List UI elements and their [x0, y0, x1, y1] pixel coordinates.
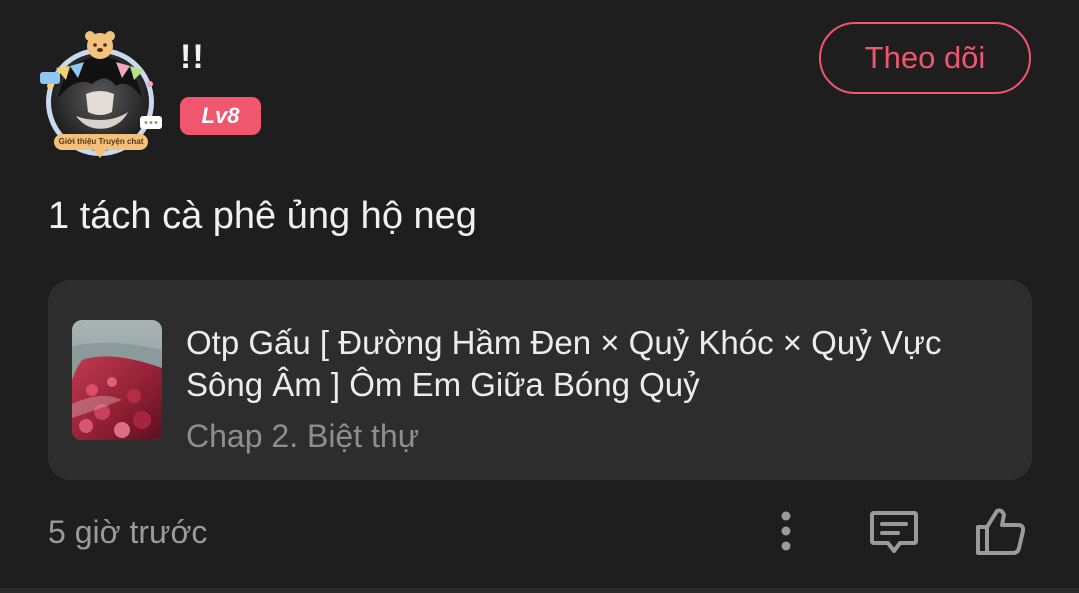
story-chapter: Chap 2. Biệt thự [186, 418, 420, 454]
timestamp: 5 giờ trước [48, 514, 208, 550]
divider [0, 588, 1079, 593]
story-title: Otp Gấu [ Đường Hầm Đen × Quỷ Khóc × Quỷ… [186, 324, 942, 403]
story-card[interactable]: Otp Gấu [ Đường Hầm Đen × Quỷ Khóc × Quỷ… [48, 280, 1032, 480]
reply-button[interactable] [866, 503, 922, 559]
comment-item: Giới thiệu Truyện chat !! Lv8 Theo dõi 1… [0, 0, 1079, 593]
comment-text: 1 tách cà phê ủng hộ neg [48, 195, 477, 237]
avatar-frame-label: Giới thiệu Truyện chat [54, 134, 148, 150]
message-square-icon [870, 511, 918, 553]
story-cover-image [72, 320, 162, 440]
like-button[interactable] [972, 503, 1028, 559]
more-options-button[interactable] [758, 503, 814, 559]
level-badge: Lv8 [180, 97, 261, 135]
more-vertical-icon [781, 511, 791, 551]
username[interactable]: !! [180, 38, 205, 77]
avatar[interactable]: Giới thiệu Truyện chat [36, 28, 164, 160]
thumbs-up-icon [976, 508, 1026, 555]
follow-button[interactable]: Theo dõi [819, 22, 1031, 94]
